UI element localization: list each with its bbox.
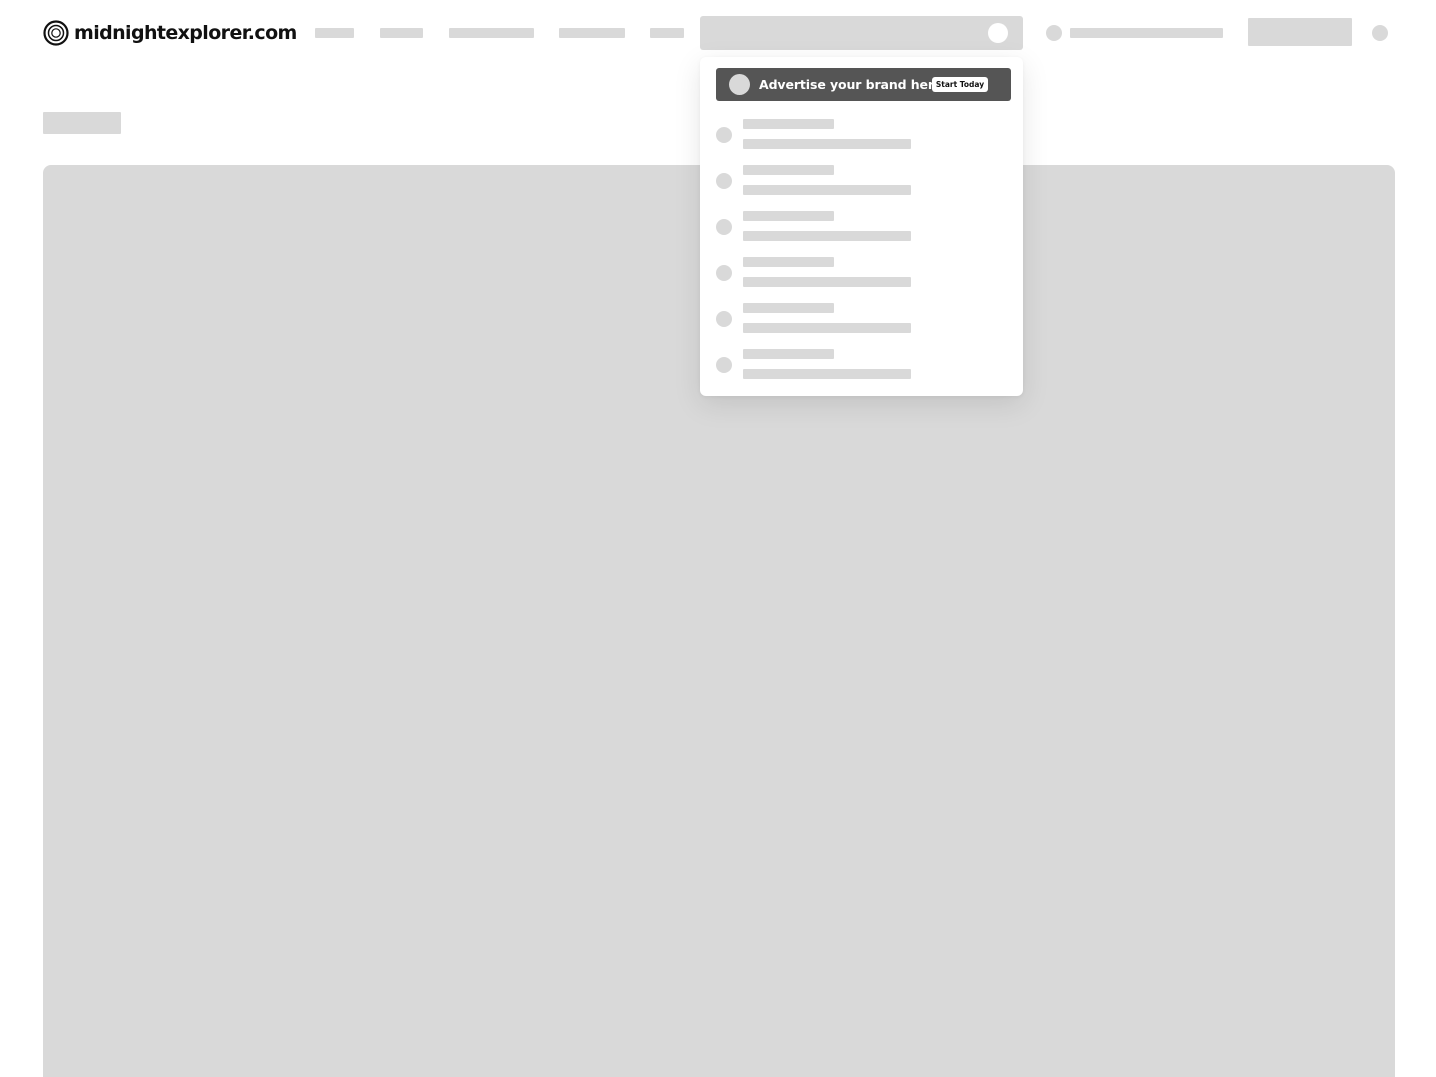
search-input[interactable] bbox=[700, 16, 1023, 50]
suggestion-subtitle-placeholder bbox=[743, 139, 911, 149]
search-suggestion-item[interactable] bbox=[716, 211, 996, 243]
page: midnightexplorer.com Advertise your bran… bbox=[0, 0, 1436, 1077]
search-icon[interactable] bbox=[988, 23, 1008, 43]
result-placeholder-icon bbox=[716, 219, 732, 235]
start-today-button[interactable]: Start Today bbox=[932, 77, 988, 92]
suggestion-title-placeholder bbox=[743, 211, 834, 221]
search-suggestions-dropdown: Advertise your brand here Start Today bbox=[700, 57, 1023, 396]
nav-link-2[interactable] bbox=[380, 28, 423, 38]
suggestion-subtitle-placeholder bbox=[743, 185, 911, 195]
suggestion-subtitle-placeholder bbox=[743, 231, 911, 241]
brand-placeholder-icon bbox=[729, 74, 750, 95]
search-suggestion-item[interactable] bbox=[716, 303, 996, 335]
account-icon[interactable] bbox=[1046, 25, 1062, 41]
concentric-circles-logo-icon bbox=[43, 20, 69, 46]
suggestion-title-placeholder bbox=[743, 349, 834, 359]
nav-link-3[interactable] bbox=[449, 28, 534, 38]
search-suggestion-item[interactable] bbox=[716, 119, 996, 151]
menu-icon[interactable] bbox=[1372, 25, 1388, 41]
nav-link-4[interactable] bbox=[559, 28, 625, 38]
suggestion-subtitle-placeholder bbox=[743, 369, 911, 379]
suggestion-title-placeholder bbox=[743, 165, 834, 175]
suggestion-subtitle-placeholder bbox=[743, 277, 911, 287]
result-placeholder-icon bbox=[716, 173, 732, 189]
nav-link-5[interactable] bbox=[650, 28, 684, 38]
suggestion-subtitle-placeholder bbox=[743, 323, 911, 333]
account-link[interactable] bbox=[1070, 28, 1223, 38]
advertise-banner-text: Advertise your brand here bbox=[759, 77, 943, 92]
suggestion-title-placeholder bbox=[743, 257, 834, 267]
search-suggestion-item[interactable] bbox=[716, 257, 996, 289]
advertise-banner[interactable]: Advertise your brand here Start Today bbox=[716, 68, 1011, 101]
page-title bbox=[43, 112, 121, 134]
result-placeholder-icon bbox=[716, 311, 732, 327]
result-placeholder-icon bbox=[716, 265, 732, 281]
search-suggestion-item[interactable] bbox=[716, 349, 996, 381]
result-placeholder-icon bbox=[716, 357, 732, 373]
suggestion-title-placeholder bbox=[743, 303, 834, 313]
site-brand-name: midnightexplorer.com bbox=[74, 22, 297, 44]
result-placeholder-icon bbox=[716, 127, 732, 143]
header-action-button[interactable] bbox=[1248, 18, 1352, 46]
site-logo[interactable]: midnightexplorer.com bbox=[43, 20, 297, 46]
search-suggestion-item[interactable] bbox=[716, 165, 996, 197]
nav-link-1[interactable] bbox=[315, 28, 354, 38]
suggestion-title-placeholder bbox=[743, 119, 834, 129]
